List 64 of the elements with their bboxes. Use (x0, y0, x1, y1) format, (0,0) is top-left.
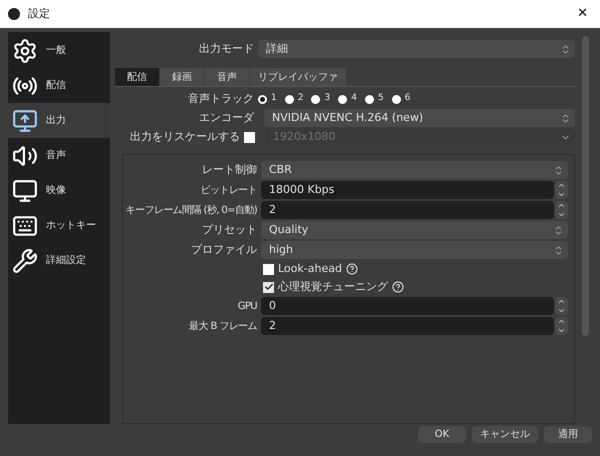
scrollbar[interactable] (582, 36, 589, 336)
caret-icon (553, 224, 564, 236)
sidebar-item[interactable]: 映像 (8, 173, 110, 208)
dropdown[interactable]: high (261, 241, 568, 259)
checkbox[interactable] (263, 282, 274, 292)
checkbox[interactable] (263, 264, 274, 274)
dropdown[interactable]: 詳細 (258, 40, 575, 58)
field-label: プリセット (201, 222, 257, 238)
gear-icon (12, 38, 38, 64)
field-label: プロファイル (190, 242, 257, 258)
dialog-button[interactable]: 適用 (544, 426, 592, 443)
caret-icon (553, 244, 564, 256)
radio-option[interactable]: 5 (364, 92, 384, 106)
field-label: 出力モード (198, 40, 254, 57)
tab[interactable]: リプレイバッファ (250, 68, 346, 86)
input-field[interactable]: 2 (261, 317, 554, 335)
tab[interactable]: 配信 (115, 68, 159, 86)
spinner-button[interactable] (555, 181, 568, 199)
help-icon[interactable] (346, 263, 358, 275)
tab[interactable]: 音声 (205, 68, 249, 86)
spinner-button[interactable] (555, 317, 568, 335)
spinner-button[interactable] (555, 297, 568, 315)
field-label: ビットレート (200, 184, 257, 198)
dialog-button[interactable]: キャンセル (472, 426, 538, 443)
field-label: 出力をリスケールする (129, 128, 240, 145)
sidebar-item[interactable]: 一般 (8, 33, 110, 68)
sidebar-item[interactable]: 詳細設定 (8, 243, 110, 278)
dialog-button[interactable]: OK (418, 426, 466, 443)
caret-icon (560, 44, 571, 54)
app-logo-icon (8, 8, 20, 20)
close-button[interactable]: ✕ (573, 4, 592, 24)
sidebar-item[interactable]: 配信 (8, 68, 110, 103)
radio-option[interactable]: 1 (258, 92, 277, 106)
radio-option[interactable]: 2 (284, 92, 304, 106)
tab[interactable]: 録画 (160, 68, 204, 86)
field-label: エンコーダ (198, 110, 254, 126)
field-label: キーフレーム間隔 (秒, 0=自動) (124, 204, 257, 218)
help-icon[interactable] (392, 281, 404, 293)
field-label: レート制御 (201, 162, 257, 178)
monitor-arrow-icon (12, 108, 38, 134)
checkbox-label: Look-ahead (278, 260, 342, 277)
checkbox-label: 心理視覚チューニング (278, 278, 388, 295)
checkbox[interactable] (244, 132, 255, 142)
field-label: 音声トラック (187, 90, 254, 107)
dropdown[interactable]: NVIDIA NVENC H.264 (new) (264, 109, 575, 127)
radio-option[interactable]: 4 (338, 92, 357, 106)
caret-icon (553, 164, 564, 176)
dropdown[interactable]: Quality (261, 221, 568, 239)
sidebar-item[interactable]: ホットキー (8, 208, 110, 243)
radio-option[interactable]: 6 (392, 92, 410, 106)
sidebar-item[interactable]: 出力 (8, 103, 110, 138)
input-field[interactable]: 18000 Kbps (261, 181, 554, 199)
input-field[interactable]: 0 (261, 297, 554, 315)
sidebar-item[interactable]: 音声 (8, 138, 110, 173)
input-field[interactable]: 2 (261, 201, 554, 219)
monitor-icon (12, 178, 38, 204)
spinner-button[interactable] (555, 201, 568, 219)
field-label: 最大 B フレーム (188, 320, 257, 334)
wrench-icon (12, 248, 38, 274)
field-label: GPU (236, 300, 257, 314)
dropdown[interactable]: CBR (261, 161, 568, 179)
caret-icon (560, 112, 571, 124)
window-title: 設定 (28, 6, 51, 22)
radio-option[interactable]: 3 (311, 92, 330, 106)
